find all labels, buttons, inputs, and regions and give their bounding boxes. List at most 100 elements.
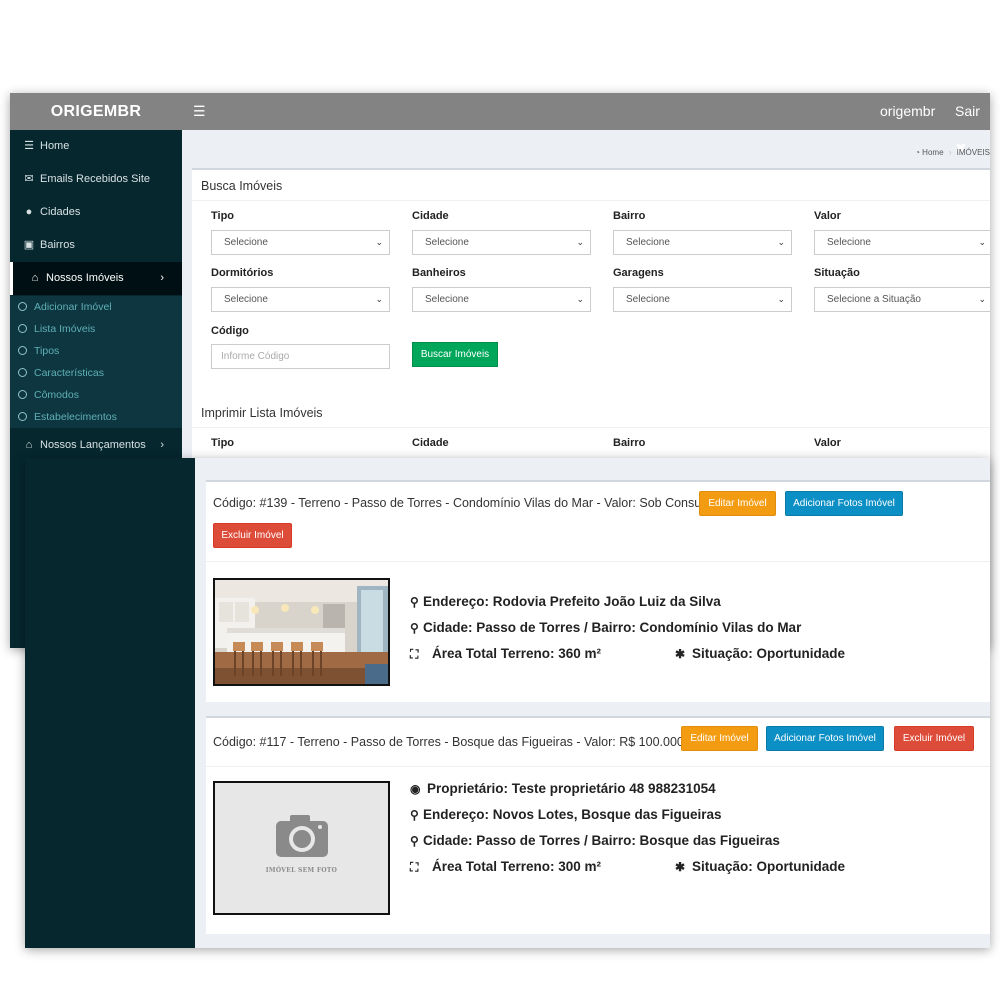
valor-label: Valor	[814, 210, 841, 222]
sidebar-item-emails[interactable]: ✉ Emails Recebidos Site	[10, 163, 182, 196]
circle-icon	[18, 368, 27, 377]
chevron-down-icon: ⌄	[576, 237, 584, 247]
listing-area: ⛶ Área Total Terreno: 300 m²	[410, 859, 601, 875]
breadcrumb-home[interactable]: Home	[922, 148, 943, 157]
search-panel-title: Busca Imóveis	[201, 179, 283, 193]
print-bairro-label: Bairro	[613, 437, 646, 449]
situacao-select-value: Selecione a Situação	[827, 294, 921, 305]
listing-card-117: Código: #117 - Terreno - Passo de Torres…	[206, 716, 990, 934]
circle-icon	[18, 412, 27, 421]
listing-status-text: Situação: Oportunidade	[692, 646, 846, 661]
sidebar-subitem-label: Características	[34, 367, 105, 379]
listing-area: ⛶ Área Total Terreno: 360 m²	[410, 646, 601, 662]
listing-address: ⚲ Endereço: Rodovia Prefeito João Luiz da…	[410, 594, 721, 609]
user-name[interactable]: origembr	[880, 93, 935, 130]
bairro-select[interactable]: Selecione ⌄	[613, 230, 792, 255]
add-photos-button[interactable]: Adicionar Fotos Imóvel	[766, 726, 884, 751]
cidade-select[interactable]: Selecione ⌄	[412, 230, 591, 255]
sidebar-subitem-caracteristicas[interactable]: Características	[10, 362, 182, 384]
print-cidade-label: Cidade	[412, 437, 449, 449]
chevron-down-icon: ⌄	[375, 294, 383, 304]
circle-icon	[18, 346, 27, 355]
dashboard-icon: ◔	[915, 148, 920, 157]
chevron-down-icon: ⌄	[576, 294, 584, 304]
delete-listing-button[interactable]: Excluir Imóvel	[894, 726, 974, 751]
dormitorios-select[interactable]: Selecione ⌄	[211, 287, 390, 312]
edit-listing-button[interactable]: Editar Imóvel	[681, 726, 758, 751]
listing-area-text: Área Total Terreno: 300 m²	[432, 859, 602, 874]
listing-owner-text: Proprietário: Teste proprietário 48 9882…	[427, 781, 716, 796]
sidebar-subitem-label: Adicionar Imóvel	[34, 301, 112, 313]
chevron-down-icon: ⌄	[978, 237, 986, 247]
valor-select[interactable]: Selecione ⌄	[814, 230, 990, 255]
no-photo-caption: IMÓVEL SEM FOTO	[265, 867, 338, 874]
user-circle-icon: ◉	[410, 782, 421, 796]
listing-header: Código: #117 - Terreno - Passo de Torres…	[206, 718, 990, 767]
sidebar-subitem-adicionar[interactable]: Adicionar Imóvel	[10, 296, 182, 318]
area-icon: ⛶	[410, 647, 419, 661]
map-marker-icon: ⚲	[410, 808, 419, 822]
tipo-select-value: Selecione	[224, 237, 268, 248]
camera-icon	[215, 783, 388, 913]
circle-icon	[18, 302, 27, 311]
listing-photo-placeholder[interactable]: IMÓVEL SEM FOTO	[213, 781, 390, 915]
divider	[192, 427, 990, 428]
listing-address: ⚲ Endereço: Novos Lotes, Bosque das Figue…	[410, 807, 722, 822]
tipo-select[interactable]: Selecione ⌄	[211, 230, 390, 255]
sidebar-subitem-comodos[interactable]: Cômodos	[10, 384, 182, 406]
dormitorios-label: Dormitórios	[211, 267, 274, 279]
sidebar-subitem-tipos[interactable]: Tipos	[10, 340, 182, 362]
codigo-label: Código	[211, 325, 249, 337]
add-photos-button[interactable]: Adicionar Fotos Imóvel	[785, 491, 903, 516]
menu-toggle-icon[interactable]: ☰	[193, 93, 206, 130]
garagens-select[interactable]: Selecione ⌄	[613, 287, 792, 312]
listing-address-text: Endereço: Novos Lotes, Bosque das Figuei…	[423, 807, 722, 822]
sidebar-item-bairros[interactable]: ▣ Bairros	[10, 229, 182, 262]
bars-icon: ☰	[24, 140, 34, 152]
dormitorios-select-value: Selecione	[224, 294, 268, 305]
codigo-input[interactable]: Informe Código	[211, 344, 390, 369]
circle-icon	[18, 390, 27, 399]
listing-address-text: Endereço: Rodovia Prefeito João Luiz da …	[423, 594, 721, 609]
listing-card-139: Código: #139 - Terreno - Passo de Torres…	[206, 480, 990, 702]
garagens-select-value: Selecione	[626, 294, 670, 305]
sidebar-subitem-label: Cômodos	[34, 389, 79, 401]
listing-status: ✱ Situação: Oportunidade	[675, 646, 845, 661]
buscar-imoveis-button[interactable]: Buscar Imóveis	[412, 342, 498, 367]
sidebar-item-nossos-imoveis[interactable]: ⌂ Nossos Imóveis ›	[10, 262, 182, 295]
top-navbar: ORIGEMBR ☰ origembr Sair ✖	[10, 93, 990, 156]
listing-header: Código: #139 - Terreno - Passo de Torres…	[206, 482, 990, 562]
situacao-select[interactable]: Selecione a Situação ⌄	[814, 287, 990, 312]
listing-status: ✱ Situação: Oportunidade	[675, 859, 845, 874]
map-marker-icon: ●	[25, 206, 33, 218]
listing-title: Código: #139 - Terreno - Passo de Torres…	[213, 496, 715, 510]
codigo-placeholder: Informe Código	[221, 351, 290, 362]
chevron-down-icon: ⌄	[375, 237, 383, 247]
sidebar-subitem-lista[interactable]: Lista Imóveis	[10, 318, 182, 340]
cidade-select-value: Selecione	[425, 237, 469, 248]
app-logo[interactable]: ORIGEMBR	[10, 93, 182, 130]
sidebar-item-label: Home	[40, 140, 70, 152]
sidebar-subitem-estabelecimentos[interactable]: Estabelecimentos	[10, 406, 182, 428]
sidebar-item-label: Bairros	[40, 239, 75, 251]
listing-photo[interactable]	[213, 578, 390, 686]
sidebar-subitem-label: Lista Imóveis	[34, 323, 96, 335]
sidebar-item-cidades[interactable]: ● Cidades	[10, 196, 182, 229]
valor-select-value: Selecione	[827, 237, 871, 248]
bairro-select-value: Selecione	[626, 237, 670, 248]
breadcrumb-separator: ›	[948, 148, 952, 157]
chevron-down-icon: ⌄	[777, 237, 785, 247]
garagens-label: Garagens	[613, 267, 664, 279]
delete-listing-button[interactable]: Excluir Imóvel	[213, 523, 292, 548]
banheiros-select[interactable]: Selecione ⌄	[412, 287, 591, 312]
edit-listing-button[interactable]: Editar Imóvel	[699, 491, 776, 516]
breadcrumb: ◔ Home › IMÓVEIS	[915, 148, 990, 157]
circle-icon	[18, 324, 27, 333]
admin-window-front: Código: #139 - Terreno - Passo de Torres…	[25, 458, 990, 948]
chevron-down-icon: ⌄	[978, 294, 986, 304]
chevron-down-icon: ⌄	[777, 294, 785, 304]
sidebar-item-home[interactable]: ☰ Home	[10, 130, 182, 163]
listing-area-text: Área Total Terreno: 360 m²	[432, 646, 602, 661]
tipo-label: Tipo	[211, 210, 235, 222]
bairro-label: Bairro	[613, 210, 646, 222]
